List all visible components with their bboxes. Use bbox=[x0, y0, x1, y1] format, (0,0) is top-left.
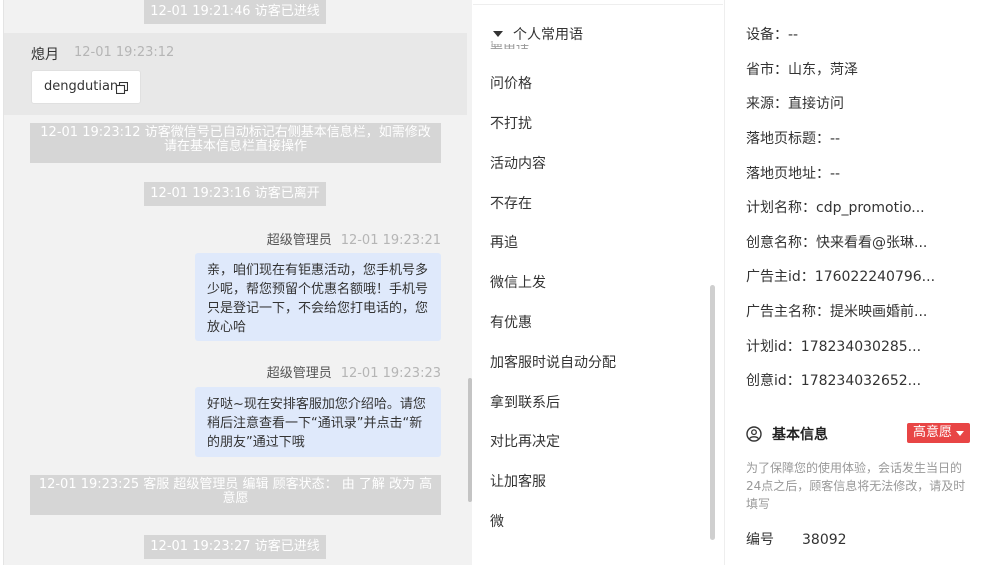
phrase-group-title: 个人常用语 bbox=[513, 27, 583, 43]
visitor-message-bubble[interactable]: dengdutian bbox=[31, 70, 141, 104]
info-value: 176022240796... bbox=[814, 269, 936, 285]
info-label: 广告主id： bbox=[746, 269, 815, 285]
info-value: 山东，菏泽 bbox=[788, 62, 858, 78]
info-label: 计划id： bbox=[746, 339, 801, 355]
customer-number-row: 编号 38092 bbox=[746, 529, 847, 549]
info-value: -- bbox=[788, 27, 799, 43]
phrase-item[interactable]: 让加客服 bbox=[490, 471, 546, 491]
agent-message-meta: 超级管理员 12-01 19:23:21 bbox=[267, 229, 441, 248]
chat-panel: 12-01 19:21:46 访客已进线 熄月 12-01 19:23:12 d… bbox=[3, 0, 472, 565]
info-row-source: 来源：直接访问 bbox=[746, 93, 844, 113]
number-label: 编号 bbox=[746, 532, 774, 548]
caret-down-icon bbox=[493, 31, 503, 37]
info-edit-notice: 为了保障您的使用体验，会话发生当日的24点之后，顾客信息将无法修改，请及时填写 bbox=[746, 461, 966, 511]
system-message-visitor-left: 12-01 19:23:16 访客已离开 bbox=[144, 182, 326, 206]
phrase-scrollbar[interactable] bbox=[710, 285, 715, 540]
visitor-message-text: dengdutian bbox=[44, 79, 119, 94]
info-label: 计划名称： bbox=[746, 200, 816, 216]
agent-name: 超级管理员 bbox=[266, 233, 332, 248]
visitor-message-time: 12-01 19:23:12 bbox=[74, 45, 175, 60]
info-row-plan-id: 计划id：178234030285... bbox=[746, 336, 921, 356]
agent-message-time: 12-01 19:23:21 bbox=[340, 233, 441, 248]
info-value: -- bbox=[830, 166, 841, 182]
info-label: 省市： bbox=[746, 62, 788, 78]
info-value: 提米映画婚前... bbox=[830, 304, 928, 320]
info-row-landing-url: 落地页地址：-- bbox=[746, 163, 840, 183]
info-row-creative-name: 创意名称：快来看看@张琳... bbox=[746, 232, 927, 252]
info-row-advertiser-id: 广告主id：176022240796... bbox=[746, 266, 935, 286]
number-value: 38092 bbox=[802, 532, 847, 548]
info-row-advertiser-name: 广告主名称：提米映画婚前... bbox=[746, 301, 927, 321]
phrase-item[interactable]: 活动内容 bbox=[490, 153, 546, 173]
info-label: 落地页标题： bbox=[746, 131, 830, 147]
phrase-item[interactable]: 拿到联系后 bbox=[490, 392, 560, 412]
info-row-plan-name: 计划名称：cdp_promotio... bbox=[746, 197, 925, 217]
info-label: 创意id： bbox=[746, 373, 801, 389]
info-row-landing-title: 落地页标题：-- bbox=[746, 128, 840, 148]
info-value: 快来看看@张琳... bbox=[816, 235, 928, 251]
info-row-device: 设备：-- bbox=[746, 24, 798, 44]
copy-icon[interactable] bbox=[116, 82, 128, 94]
agent-message-bubble[interactable]: 好哒~现在安排客服加您介绍哈。请您稍后注意查看一下“通讯录”并点击“新的朋友”通… bbox=[195, 387, 441, 457]
phrase-item[interactable]: 不打扰 bbox=[490, 113, 532, 133]
customer-info-panel: 设备：-- 省市：山东，菏泽 来源：直接访问 落地页标题：-- 落地页地址：--… bbox=[724, 0, 986, 565]
intent-level-label: 高意愿 bbox=[913, 425, 953, 440]
info-label: 来源： bbox=[746, 96, 788, 112]
phrase-panel: 要电话 个人常用语 问价格 不打扰 活动内容 不存在 再追 微信上发 有优惠 加… bbox=[473, 0, 723, 565]
caret-down-icon bbox=[956, 430, 965, 436]
info-value: 178234030285... bbox=[800, 339, 922, 355]
chat-scrollbar[interactable] bbox=[468, 378, 472, 502]
phrase-item[interactable]: 问价格 bbox=[490, 73, 532, 93]
system-message-status-change: 12-01 19:23:25 客服 超级管理员 编辑 顾客状态： 由 了解 改为… bbox=[30, 475, 441, 515]
info-row-city: 省市：山东，菏泽 bbox=[746, 59, 858, 79]
phrase-item[interactable]: 对比再决定 bbox=[490, 431, 560, 451]
system-message-wechat-marked: 12-01 19:23:12 访客微信号已自动标记右侧基本信息栏，如需修改请在基… bbox=[30, 123, 441, 163]
visitor-message-block: 熄月 12-01 19:23:12 dengdutian bbox=[4, 33, 467, 115]
visitor-name: 熄月 bbox=[31, 47, 59, 63]
agent-message-meta: 超级管理员 12-01 19:23:23 bbox=[267, 362, 441, 381]
system-message-visitor-entered: 12-01 19:23:27 访客已进线 bbox=[144, 535, 326, 559]
intent-level-dropdown[interactable]: 高意愿 bbox=[907, 423, 971, 443]
divider bbox=[473, 4, 723, 5]
info-row-creative-id: 创意id：178234032652... bbox=[746, 370, 921, 390]
info-value: 直接访问 bbox=[788, 96, 844, 112]
agent-message-time: 12-01 19:23:23 bbox=[340, 366, 441, 381]
info-label: 创意名称： bbox=[746, 235, 816, 251]
phrase-group-header[interactable]: 个人常用语 bbox=[493, 24, 589, 44]
info-value: 178234032652... bbox=[800, 373, 922, 389]
phrase-item[interactable]: 微 bbox=[490, 511, 504, 531]
phrase-item[interactable]: 有优惠 bbox=[490, 312, 532, 332]
agent-message-bubble[interactable]: 亲，咱们现在有钜惠活动，您手机号多少呢，帮您预留个优惠名额哦！手机号只是登记一下… bbox=[195, 253, 441, 341]
section-title-text: 基本信息 bbox=[772, 427, 828, 443]
basic-info-section-title: 基本信息 bbox=[746, 424, 828, 444]
phrase-item[interactable]: 不存在 bbox=[490, 193, 532, 213]
phrase-item[interactable]: 微信上发 bbox=[490, 272, 546, 292]
system-message-visitor-entered: 12-01 19:21:46 访客已进线 bbox=[144, 0, 326, 24]
info-value: cdp_promotio... bbox=[816, 200, 925, 216]
info-label: 设备： bbox=[746, 27, 788, 43]
agent-name: 超级管理员 bbox=[266, 366, 332, 381]
info-value: -- bbox=[830, 131, 841, 147]
info-label: 广告主名称： bbox=[746, 304, 830, 320]
info-label: 落地页地址： bbox=[746, 166, 830, 182]
phrase-item[interactable]: 再追 bbox=[490, 232, 518, 252]
phrase-item[interactable]: 加客服时说自动分配 bbox=[490, 352, 616, 372]
user-circle-icon bbox=[746, 426, 762, 442]
